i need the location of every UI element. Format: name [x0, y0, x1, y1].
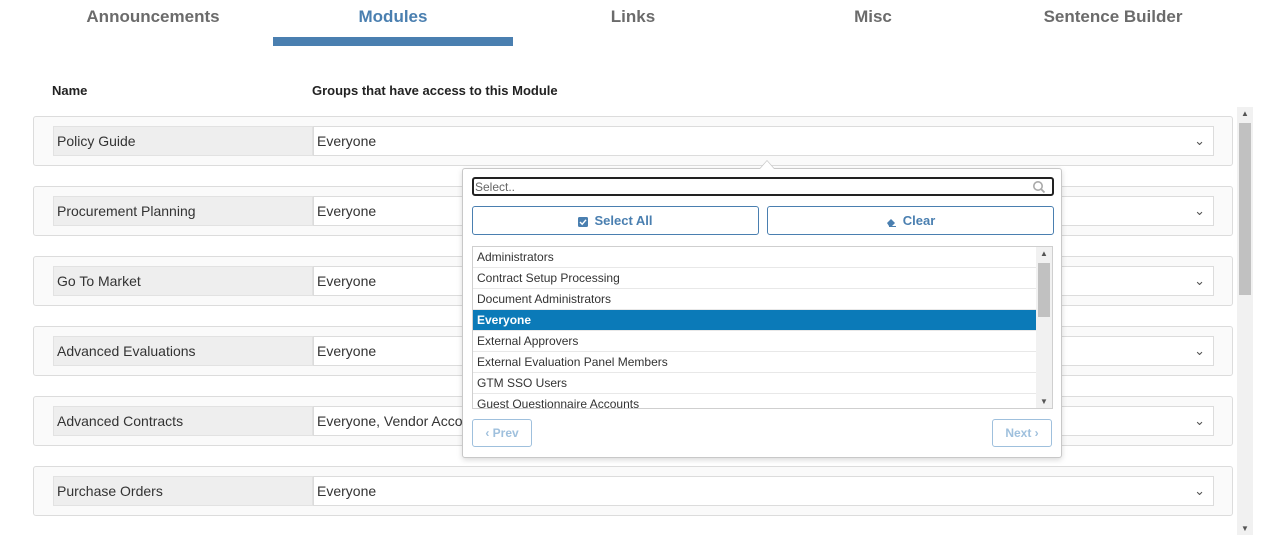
select-all-button[interactable]: Select All	[472, 206, 759, 235]
groups-select[interactable]: Everyone ⌄	[313, 476, 1214, 506]
module-name: Procurement Planning	[53, 196, 313, 226]
groups-dropdown-popup: Select All Clear Administrators Contract…	[462, 160, 1062, 458]
next-label: Next	[1005, 426, 1032, 440]
group-option[interactable]: External Evaluation Panel Members	[473, 352, 1036, 373]
tab-announcements[interactable]: Announcements	[33, 0, 273, 46]
dropdown-search-input[interactable]	[472, 177, 1054, 196]
module-name: Advanced Contracts	[53, 406, 313, 436]
groups-select-value: Everyone, Vendor Accou	[317, 413, 471, 429]
group-options-list: Administrators Contract Setup Processing…	[472, 246, 1053, 409]
groups-select-value: Everyone	[317, 483, 377, 499]
chevron-double-down-icon: ⌄	[1194, 203, 1205, 218]
tab-modules[interactable]: Modules	[273, 0, 513, 46]
chevron-double-down-icon: ⌄	[1194, 273, 1205, 288]
module-name: Go To Market	[53, 266, 313, 296]
search-icon	[1033, 181, 1046, 194]
next-button[interactable]: Next ›	[992, 419, 1052, 447]
tab-modules-label: Modules	[358, 7, 428, 26]
checkbox-checked-icon	[578, 216, 589, 227]
clear-label: Clear	[902, 213, 936, 228]
prev-label: Prev	[492, 426, 519, 440]
select-all-label: Select All	[594, 213, 653, 228]
module-row: Policy Guide Everyone ⌄	[33, 116, 1233, 166]
groups-select-value: Everyone	[317, 203, 377, 219]
module-row: Purchase Orders Everyone ⌄	[33, 466, 1233, 516]
groups-select-value: Everyone	[317, 273, 377, 289]
active-tab-indicator	[273, 37, 513, 46]
prev-button[interactable]: ‹ Prev	[472, 419, 532, 447]
tab-links[interactable]: Links	[513, 0, 753, 46]
module-name: Advanced Evaluations	[53, 336, 313, 366]
groups-select[interactable]: Everyone ⌄	[313, 126, 1214, 156]
popup-pointer	[759, 160, 775, 169]
tab-misc[interactable]: Misc	[753, 0, 993, 46]
group-option-selected[interactable]: Everyone	[473, 310, 1036, 331]
scroll-down-arrow-icon[interactable]: ▼	[1237, 524, 1253, 533]
groups-select-value: Everyone	[317, 343, 377, 359]
module-name: Purchase Orders	[53, 476, 313, 506]
group-option[interactable]: GTM SSO Users	[473, 373, 1036, 394]
clear-button[interactable]: Clear	[767, 206, 1054, 235]
module-name: Policy Guide	[53, 126, 313, 156]
chevron-right-icon: ›	[1034, 426, 1039, 440]
groups-select-value: Everyone	[317, 133, 377, 149]
chevron-double-down-icon: ⌄	[1194, 413, 1205, 428]
scroll-up-arrow-icon[interactable]: ▲	[1237, 109, 1253, 118]
group-option[interactable]: Contract Setup Processing	[473, 268, 1036, 289]
group-option[interactable]: Guest Questionnaire Accounts	[473, 394, 1036, 408]
group-option[interactable]: External Approvers	[473, 331, 1036, 352]
column-header-name: Name	[52, 83, 88, 98]
scroll-down-arrow-icon[interactable]: ▼	[1036, 397, 1052, 406]
page-scrollbar[interactable]: ▲ ▼	[1237, 107, 1253, 535]
scrollbar-thumb[interactable]	[1239, 123, 1251, 295]
chevron-left-icon: ‹	[485, 426, 490, 440]
scroll-up-arrow-icon[interactable]: ▲	[1036, 249, 1052, 258]
chevron-double-down-icon: ⌄	[1194, 483, 1205, 498]
list-scrollbar[interactable]: ▲ ▼	[1036, 247, 1052, 408]
group-option[interactable]: Document Administrators	[473, 289, 1036, 310]
list-scrollbar-thumb[interactable]	[1038, 263, 1050, 317]
tab-sentence-builder[interactable]: Sentence Builder	[993, 0, 1233, 46]
tab-bar: Announcements Modules Links Misc Sentenc…	[33, 0, 1233, 46]
chevron-double-down-icon: ⌄	[1194, 133, 1205, 148]
eraser-icon	[886, 218, 896, 227]
group-option[interactable]: Administrators	[473, 247, 1036, 268]
column-header-groups: Groups that have access to this Module	[312, 83, 558, 98]
chevron-double-down-icon: ⌄	[1194, 343, 1205, 358]
